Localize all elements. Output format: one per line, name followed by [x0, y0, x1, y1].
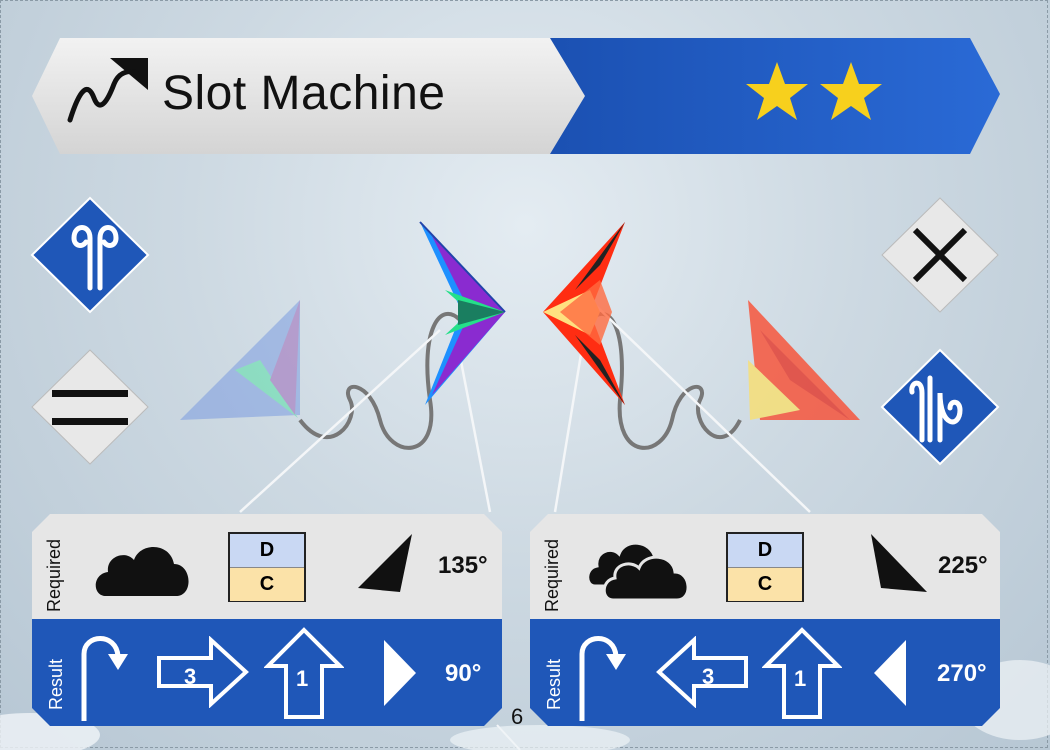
- angle-wedge-icon: [871, 534, 927, 592]
- dc-bottom: C: [728, 568, 802, 601]
- cloud-icon: [95, 546, 189, 596]
- page-number: 6: [511, 704, 524, 729]
- move-step-2: 1: [296, 666, 309, 691]
- page-title: Slot Machine: [162, 67, 446, 120]
- kite-right: [543, 222, 625, 405]
- kite-logo-icon: [67, 58, 148, 123]
- rating-stars: [746, 62, 882, 120]
- result-card-right: Required Result D C 225° 3 1 270°: [530, 514, 1000, 726]
- result-label: Result: [544, 658, 564, 710]
- move-step-2: 1: [794, 666, 807, 691]
- wind-gust-button[interactable]: [30, 196, 150, 319]
- dc-bottom: C: [230, 568, 304, 601]
- close-icon: [881, 197, 999, 313]
- move-step-1: 3: [702, 664, 715, 689]
- dc-top: D: [728, 534, 802, 568]
- turn-arrow-icon: [579, 636, 626, 721]
- strong-wind-button[interactable]: [880, 348, 1000, 471]
- result-card-left: Required Result D C 135° 3 1 90°: [32, 514, 502, 726]
- required-angle: 135°: [438, 552, 488, 579]
- required-label: Required: [542, 538, 562, 612]
- dc-top: D: [230, 534, 304, 568]
- result-angle: 90°: [445, 660, 482, 687]
- faded-kite-right: [748, 300, 860, 420]
- direction-left-icon: [874, 640, 906, 706]
- faded-kite-left: [180, 300, 300, 420]
- close-button[interactable]: [880, 196, 1000, 319]
- direction-right-icon: [384, 640, 416, 706]
- star-icon: [820, 62, 882, 120]
- result-label: Result: [46, 658, 66, 710]
- required-label: Required: [44, 538, 64, 612]
- strong-wind-icon: [880, 348, 1000, 466]
- kite-left: [419, 221, 506, 405]
- move-step-1: 3: [184, 664, 197, 689]
- arrow-right-icon: [157, 636, 249, 708]
- star-icon: [746, 62, 808, 120]
- angle-wedge-icon: [358, 534, 412, 592]
- dc-card: D C: [726, 532, 804, 602]
- wind-gust-icon: [30, 196, 150, 314]
- turn-arrow-icon: [81, 636, 128, 721]
- required-angle: 225°: [938, 552, 988, 579]
- level-button[interactable]: [30, 348, 150, 471]
- dc-card: D C: [228, 532, 306, 602]
- result-angle: 270°: [937, 660, 987, 687]
- double-cloud-icon: [586, 541, 690, 602]
- equals-lines-icon: [31, 349, 149, 465]
